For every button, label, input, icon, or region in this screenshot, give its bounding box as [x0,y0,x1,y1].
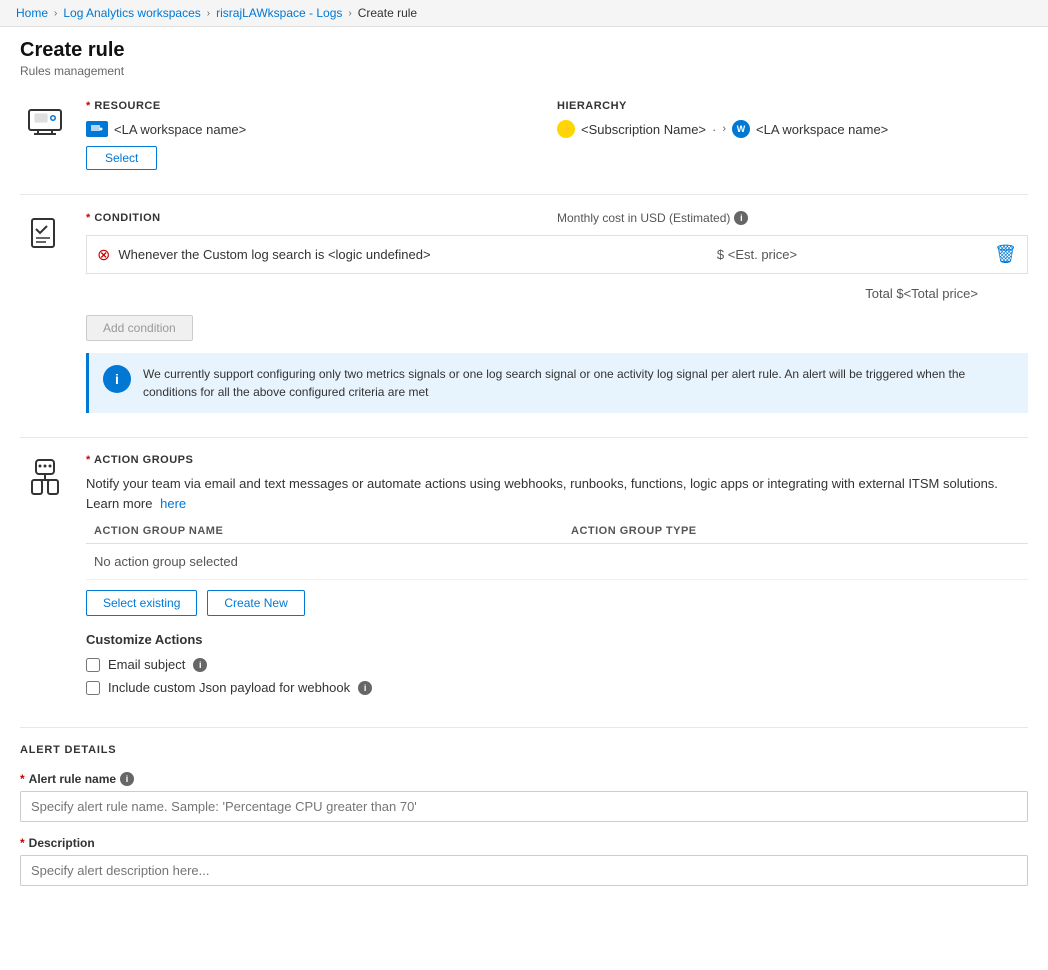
description-input[interactable] [20,855,1028,886]
hierarchy-arrow: › [722,123,726,135]
json-payload-label: Include custom Json payload for webhook [108,680,350,695]
action-groups-body: * ACTION GROUPS Notify your team via ema… [86,454,1028,703]
add-condition-button[interactable]: Add condition [86,315,193,341]
json-payload-info-icon: i [358,681,372,695]
monthly-cost-label: Monthly cost in USD (Estimated) i [557,211,1028,225]
description-group: * Description [20,836,1028,886]
hierarchy-label: HIERARCHY [557,100,1028,112]
resource-label: RESOURCE [94,100,160,112]
info-icon: i [103,365,131,393]
breadcrumb-sep-3: › [348,8,351,19]
delete-condition-button[interactable]: 🗑 [977,244,1017,265]
page-subtitle: Rules management [20,64,1028,78]
alert-details-section: ALERT DETAILS * Alert rule name i * Desc… [20,744,1028,886]
resource-body: * RESOURCE HIERARCHY <LA workspace name>… [86,100,1028,170]
email-subject-checkbox[interactable] [86,658,100,672]
action-groups-icon [20,454,70,703]
hierarchy-chain: ⚡ <Subscription Name> · › W <LA workspac… [557,120,1028,138]
email-subject-label: Email subject [108,657,185,672]
action-groups-section: * ACTION GROUPS Notify your team via ema… [20,454,1028,703]
condition-required-star: * [86,212,91,224]
ag-description: Notify your team via email and text mess… [86,474,1028,513]
condition-description: Whenever the Custom log search is <logic… [118,247,430,262]
resource-name: <LA workspace name> [86,121,557,137]
email-subject-row: Email subject i [86,657,1028,672]
alert-rule-name-group: * Alert rule name i [20,772,1028,822]
main-content: * RESOURCE HIERARCHY <LA workspace name>… [0,82,1048,920]
la-workspace-icon: W [732,120,750,138]
condition-text: ⊗ Whenever the Custom log search is <log… [97,245,537,265]
resource-name-icon [86,121,108,137]
resource-required-star: * [86,100,91,112]
breadcrumb-home[interactable]: Home [16,6,48,20]
info-box: i We currently support configuring only … [86,353,1028,413]
alert-details-label: ALERT DETAILS [20,744,1028,756]
ag-empty-text: No action group selected [86,544,1028,580]
select-existing-button[interactable]: Select existing [86,590,197,616]
alert-rule-info-icon: i [120,772,134,786]
breadcrumb-current: Create rule [358,6,417,20]
description-label: * Description [20,836,1028,850]
select-resource-button[interactable]: Select [86,146,157,170]
email-subject-info-icon: i [193,658,207,672]
page-header: Create rule Rules management [0,27,1048,82]
condition-body: * CONDITION Monthly cost in USD (Estimat… [86,211,1028,413]
la-workspace-name: <LA workspace name> [756,122,888,137]
ag-required-star: * [86,454,91,466]
resource-workspace-name: <LA workspace name> [114,122,246,137]
condition-icon [20,211,70,413]
breadcrumb-sep-2: › [207,8,210,19]
divider-3 [20,727,1028,728]
ag-empty-row: No action group selected [86,544,1028,580]
alert-rule-name-label: * Alert rule name i [20,772,1028,786]
ag-here-link[interactable]: here [160,496,186,511]
resource-section: * RESOURCE HIERARCHY <LA workspace name>… [20,92,1028,170]
condition-label: CONDITION [94,212,160,224]
breadcrumb: Home › Log Analytics workspaces › risraj… [0,0,1048,27]
ag-col-type: ACTION GROUP TYPE [563,519,1028,544]
ag-col-name: ACTION GROUP NAME [86,519,563,544]
hierarchy-dot: · [712,122,716,137]
json-payload-checkbox[interactable] [86,681,100,695]
resource-section-label: * RESOURCE HIERARCHY [86,100,1028,112]
est-price: $ <Est. price> [537,247,977,262]
ag-label: ACTION GROUPS [94,454,193,466]
total-row: Total $<Total price> [86,282,1028,305]
cost-info-icon: i [734,211,748,225]
divider-1 [20,194,1028,195]
breadcrumb-sep-1: › [54,8,57,19]
ag-table: ACTION GROUP NAME ACTION GROUP TYPE No a… [86,519,1028,580]
customize-actions-title: Customize Actions [86,632,1028,647]
breadcrumb-workspace[interactable]: risrajLAWkspace - Logs [216,6,342,20]
ag-buttons: Select existing Create New [86,590,1028,616]
resource-icon [20,100,70,170]
subscription-name: <Subscription Name> [581,122,706,137]
breadcrumb-log-analytics[interactable]: Log Analytics workspaces [63,6,200,20]
condition-row: ⊗ Whenever the Custom log search is <log… [86,235,1028,274]
divider-2 [20,437,1028,438]
info-text: We currently support configuring only tw… [143,365,1014,401]
json-payload-row: Include custom Json payload for webhook … [86,680,1028,695]
error-icon: ⊗ [97,245,110,265]
page-title: Create rule [20,39,1028,62]
alert-rule-name-input[interactable] [20,791,1028,822]
create-new-button[interactable]: Create New [207,590,304,616]
condition-section: * CONDITION Monthly cost in USD (Estimat… [20,211,1028,413]
subscription-icon: ⚡ [557,120,575,138]
customize-actions: Customize Actions Email subject i Includ… [86,632,1028,695]
